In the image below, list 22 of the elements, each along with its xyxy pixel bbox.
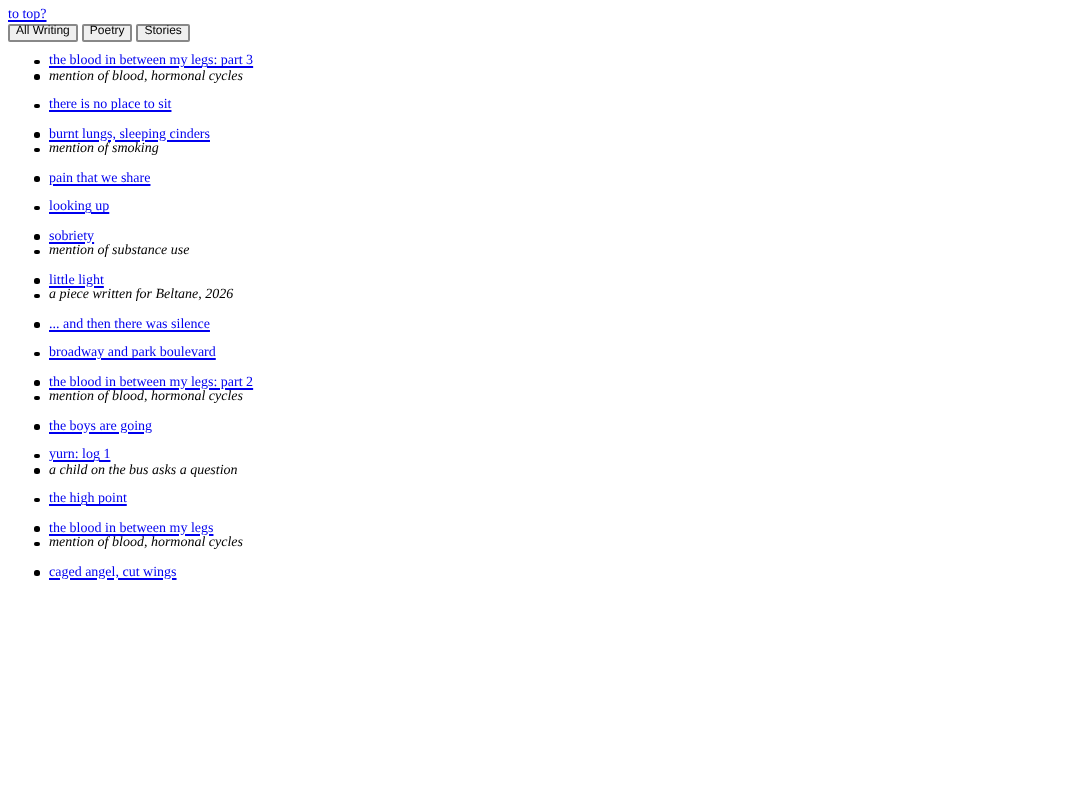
bullet-icon [34, 205, 39, 210]
bullet-icon [34, 176, 39, 181]
bullet-icon [34, 541, 39, 546]
bullet-icon [34, 293, 39, 298]
bullet-icon [34, 468, 39, 473]
bullet-icon [34, 380, 39, 385]
bullet-icon [34, 59, 39, 64]
bullet-icon [34, 497, 39, 502]
bullet-icon [34, 74, 39, 79]
bullet-icon [34, 395, 39, 400]
bullet-icon [34, 132, 39, 137]
bullet-icon [34, 249, 39, 254]
bullet-icon [34, 351, 39, 356]
bullet-icon [34, 453, 39, 458]
bullet-icon [34, 424, 39, 429]
bullet-icon [34, 570, 39, 575]
bullet-icon [34, 526, 39, 531]
bullet-icon [34, 278, 39, 283]
bullet-icon [34, 234, 39, 239]
bullet-icon [34, 147, 39, 152]
bullet-icon [34, 322, 39, 327]
bullet-icon [34, 103, 39, 108]
